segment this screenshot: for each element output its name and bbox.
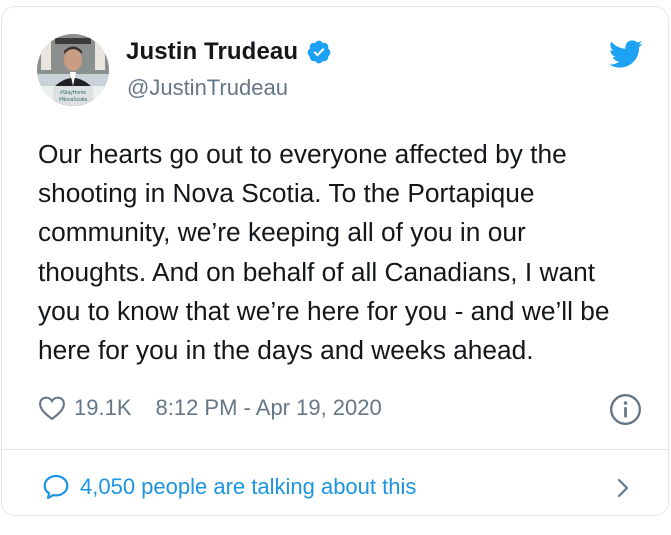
heart-icon[interactable] (38, 395, 66, 421)
tweet-meta-row: 19.1K 8:12 PM - Apr 19, 2020 (38, 392, 382, 424)
conversation-link[interactable]: 4,050 people are talking about this (42, 471, 416, 503)
avatar[interactable]: #StayHome #NovaScotia (37, 34, 109, 106)
speech-bubble-icon (42, 473, 70, 501)
author-name-row[interactable]: Justin Trudeau (126, 37, 332, 67)
chevron-right-icon[interactable] (614, 475, 632, 501)
twitter-bird-icon[interactable] (609, 40, 643, 70)
svg-text:#NovaScotia: #NovaScotia (59, 97, 88, 103)
svg-text:#StayHome: #StayHome (60, 90, 86, 96)
tweet-timestamp[interactable]: 8:12 PM - Apr 19, 2020 (156, 395, 382, 421)
tweet-card: #StayHome #NovaScotia Justin Trudeau @Ju… (1, 6, 669, 516)
info-icon[interactable] (609, 393, 642, 426)
tweet-text: Our hearts go out to everyone affected b… (38, 139, 610, 366)
like-count[interactable]: 19.1K (74, 395, 132, 421)
divider (2, 449, 668, 450)
avatar-image: #StayHome #NovaScotia (37, 34, 109, 106)
conversation-count-label[interactable]: 4,050 people are talking about this (80, 474, 416, 500)
verified-badge-icon (306, 39, 332, 65)
author-display-name[interactable]: Justin Trudeau (126, 38, 298, 66)
author-handle[interactable]: @JustinTrudeau (127, 75, 288, 101)
